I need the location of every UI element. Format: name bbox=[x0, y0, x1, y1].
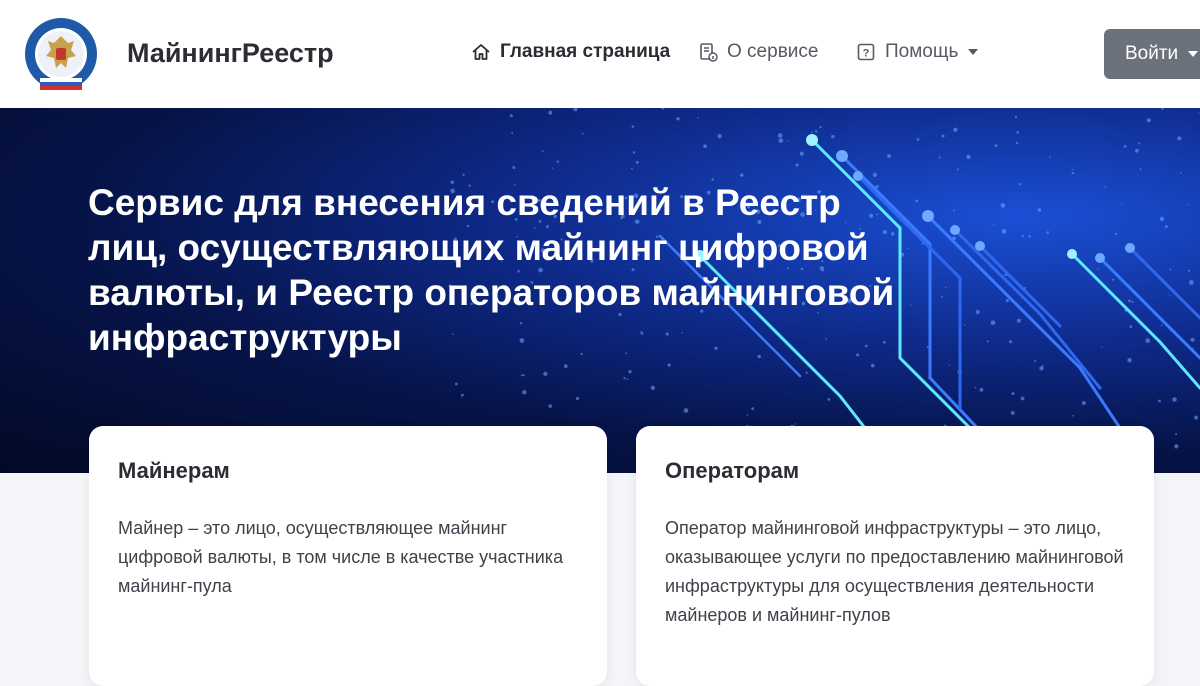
fns-emblem-icon[interactable] bbox=[24, 16, 98, 92]
site-header: МайнингРеестр Главная страница О сервисе… bbox=[0, 0, 1200, 108]
card-operators[interactable]: Операторам Оператор майнинговой инфрастр… bbox=[636, 426, 1154, 686]
nav-home[interactable]: Главная страница bbox=[470, 41, 670, 63]
nav-about-label: О сервисе bbox=[727, 41, 819, 62]
hero-title: Сервис для внесения сведений в Реестр ли… bbox=[88, 182, 895, 358]
question-icon: ? bbox=[855, 41, 877, 63]
card-operators-title: Операторам bbox=[665, 458, 800, 483]
hero-banner: Сервис для внесения сведений в Реестр ли… bbox=[0, 108, 1200, 473]
login-label: Войти bbox=[1125, 43, 1179, 64]
login-button[interactable]: Войти bbox=[1104, 29, 1200, 79]
document-info-icon bbox=[697, 41, 719, 63]
nav-about[interactable]: О сервисе bbox=[697, 41, 818, 63]
chevron-down-icon bbox=[1188, 51, 1199, 57]
card-miners[interactable]: Майнерам Майнер – это лицо, осуществляющ… bbox=[89, 426, 607, 686]
home-icon bbox=[470, 41, 492, 63]
nav-home-label: Главная страница bbox=[500, 41, 671, 62]
nav-help-label: Помощь bbox=[885, 41, 959, 62]
card-operators-text: Оператор майнинговой инфраструктуры – эт… bbox=[665, 518, 1124, 625]
brand-title[interactable]: МайнингРеестр bbox=[127, 38, 334, 69]
card-miners-text: Майнер – это лицо, осуществляющее майнин… bbox=[118, 518, 564, 596]
chevron-down-icon bbox=[968, 49, 979, 55]
nav-help-dropdown[interactable]: ? Помощь bbox=[855, 41, 979, 63]
card-miners-title: Майнерам bbox=[118, 458, 230, 483]
svg-text:?: ? bbox=[863, 48, 870, 60]
